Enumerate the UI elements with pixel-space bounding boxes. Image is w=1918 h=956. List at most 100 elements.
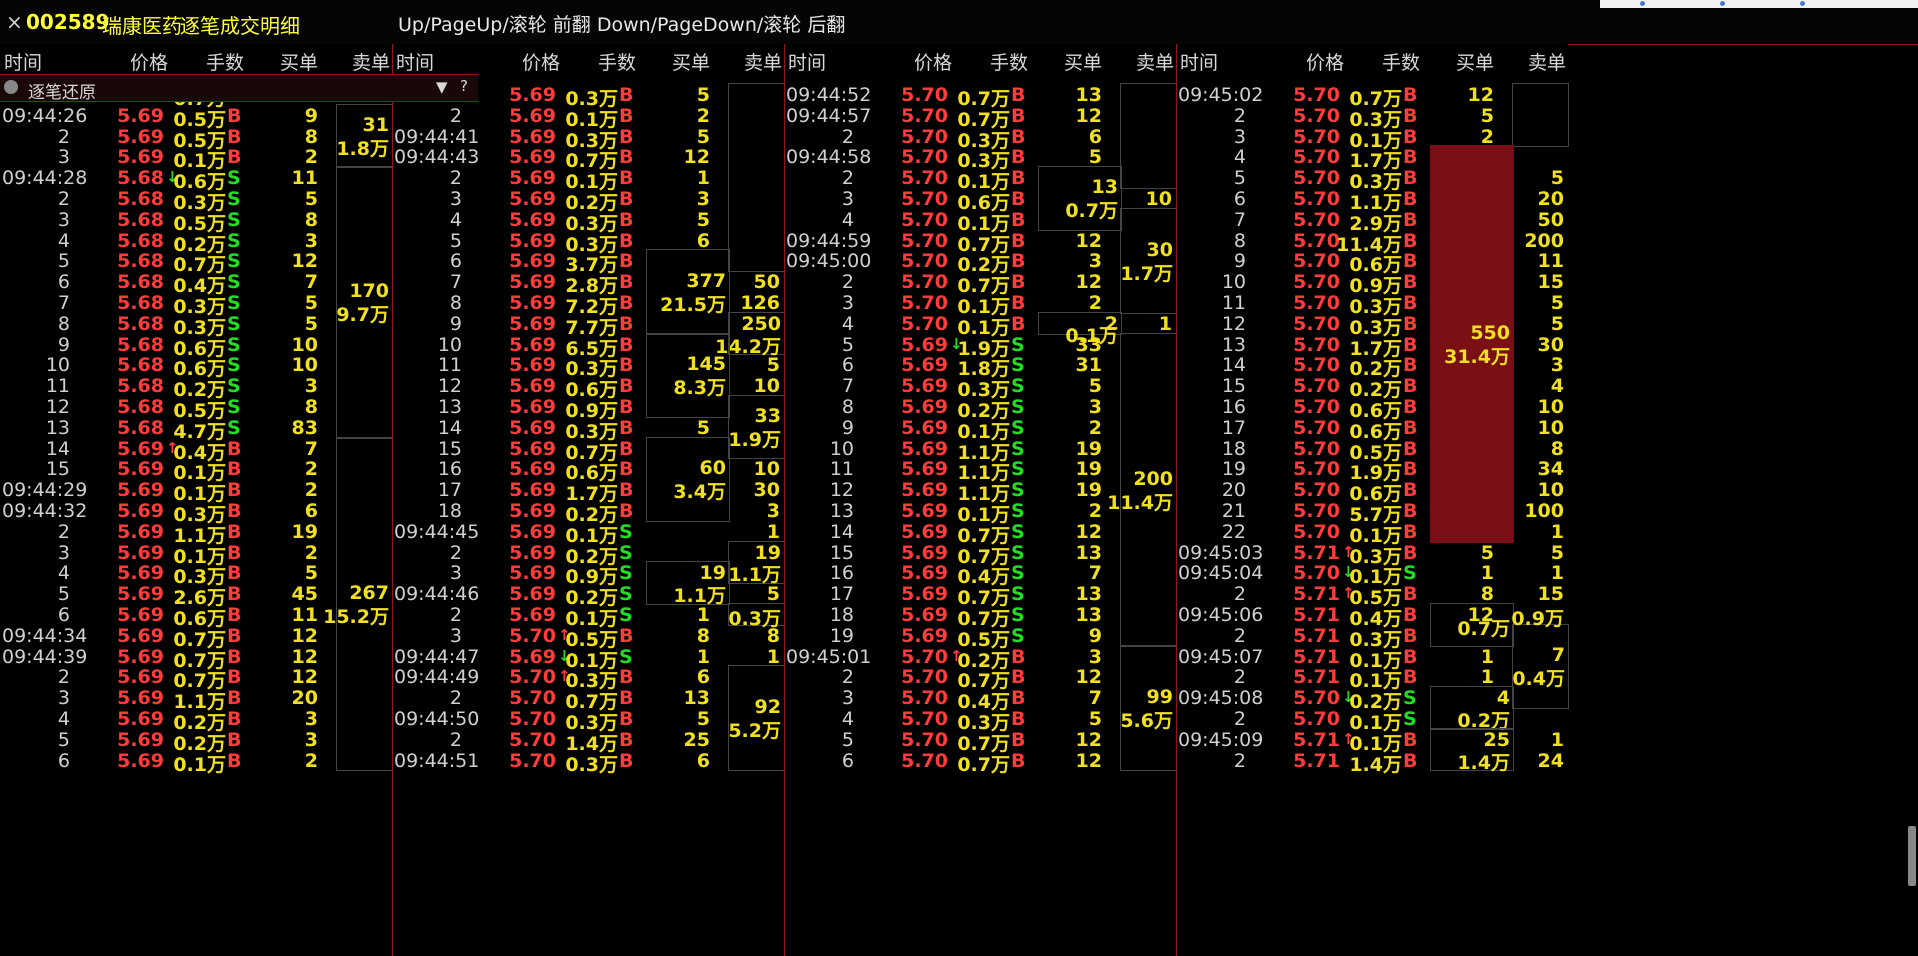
tick-time: 13 — [45, 416, 70, 439]
tick-side: B — [1011, 708, 1026, 730]
header-time[interactable]: 时间 — [1180, 48, 1218, 75]
header-sell[interactable]: 卖单 — [744, 48, 782, 75]
tick-side: B — [1011, 271, 1026, 294]
tick-buy-count: 12 — [1467, 604, 1494, 626]
tick-side: B — [619, 354, 634, 377]
tick-sell-count: 5 — [1550, 167, 1564, 190]
tick-price: 5.70 — [901, 708, 948, 730]
tick-side: S — [1011, 541, 1025, 564]
header-sell[interactable]: 卖单 — [352, 48, 390, 75]
tick-time: 09:45:06 — [1178, 604, 1264, 626]
tick-time: 3 — [57, 541, 70, 564]
tick-side: B — [619, 104, 634, 127]
tick-time: 2 — [57, 125, 70, 148]
tick-price: 5.68 — [117, 333, 164, 356]
tick-time: 09:44:49 — [394, 666, 480, 689]
header-price[interactable]: 价格 — [1306, 48, 1344, 75]
tick-price: 5.68 — [117, 354, 164, 377]
tick-price: 5.70 — [901, 312, 948, 335]
tick-side: B — [619, 624, 634, 647]
tick-price: 5.70 — [1293, 146, 1340, 169]
header-time[interactable]: 时间 — [396, 48, 434, 75]
tick-price: 5.69 — [117, 125, 164, 148]
header-buy[interactable]: 买单 — [1064, 48, 1102, 75]
header-volume[interactable]: 手数 — [598, 48, 636, 75]
tick-buy-count: 8 — [696, 624, 710, 647]
tick-row[interactable]: 2 5.71 1.4万 B 24 — [1176, 749, 1568, 776]
tick-price: 5.70 — [1293, 167, 1340, 190]
tick-side: S — [227, 396, 241, 418]
tick-buy-count: 12 — [1467, 84, 1494, 106]
tick-side: B — [619, 666, 634, 689]
tick-price: 5.69 — [117, 749, 164, 772]
tick-buy-count: 5 — [1088, 708, 1102, 730]
header-buy[interactable]: 买单 — [672, 48, 710, 75]
header-buy[interactable]: 买单 — [280, 48, 318, 75]
header-buy[interactable]: 买单 — [1456, 48, 1494, 75]
tick-row[interactable]: 09:44:51 5.70 0.3万 B 6 — [392, 749, 784, 776]
tick-time: 18 — [1221, 437, 1246, 460]
tick-side: B — [619, 708, 634, 730]
tick-time: 8 — [1233, 229, 1246, 252]
tick-price: 5.68 — [117, 229, 164, 252]
header-price[interactable]: 价格 — [914, 48, 952, 75]
close-icon[interactable]: × — [6, 10, 23, 34]
header-volume[interactable]: 手数 — [1382, 48, 1420, 75]
filter-icon[interactable]: ▼ — [436, 78, 448, 96]
tick-row[interactable]: 6 5.70 0.7万 B 12 — [784, 749, 1176, 776]
tick-price: 5.69 — [509, 479, 556, 502]
tick-price: 5.69 — [509, 500, 556, 522]
tick-row[interactable]: 6 5.69 0.1万 B 2 — [0, 749, 392, 776]
tick-buy-count: 5 — [304, 188, 318, 210]
tick-side: B — [619, 292, 634, 314]
tick-price: 5.69 — [117, 562, 164, 585]
tick-time: 09:45:00 — [786, 250, 872, 273]
tick-price: 5.71 — [1293, 604, 1340, 626]
tick-time: 6 — [1233, 188, 1246, 210]
help-icon[interactable]: ? — [460, 77, 468, 95]
restore-bar[interactable]: 逐笔还原 ▼? — [0, 74, 478, 103]
tick-time: 15 — [829, 541, 854, 564]
tick-time: 5 — [841, 728, 854, 751]
header-price[interactable]: 价格 — [130, 48, 168, 75]
tick-side: S — [1403, 687, 1417, 710]
tick-side: B — [1403, 416, 1418, 439]
tick-sell-count: 10 — [1537, 416, 1564, 439]
tick-side: B — [1403, 479, 1418, 502]
header-volume[interactable]: 手数 — [206, 48, 244, 75]
tick-buy-count: 13 — [1075, 604, 1102, 626]
header-time[interactable]: 时间 — [4, 48, 42, 75]
tick-side: B — [227, 583, 242, 606]
tick-side: B — [1403, 583, 1418, 606]
tick-time: 10 — [45, 354, 70, 377]
tick-price: 5.69 — [901, 541, 948, 564]
header-sell[interactable]: 卖单 — [1528, 48, 1566, 75]
tick-side: B — [227, 500, 242, 522]
header-price[interactable]: 价格 — [522, 48, 560, 75]
tick-side: B — [1403, 271, 1418, 294]
header-time[interactable]: 时间 — [788, 48, 826, 75]
tick-price: 5.70 — [1293, 437, 1340, 460]
header-sell[interactable]: 卖单 — [1136, 48, 1174, 75]
tick-price: 5.69 — [117, 146, 164, 169]
tick-side: S — [227, 250, 241, 273]
tick-price: 5.69 — [509, 167, 556, 190]
tick-time: 13 — [437, 396, 462, 418]
tick-side: B — [227, 458, 242, 481]
tick-side: S — [1011, 500, 1025, 522]
tick-time: 09:44:43 — [394, 146, 480, 169]
tick-time: 7 — [841, 375, 854, 398]
collapse-icon[interactable] — [4, 80, 18, 94]
tick-time: 3 — [57, 146, 70, 169]
tick-sell-count: 8 — [766, 624, 780, 647]
tick-side: B — [1403, 250, 1418, 273]
scrollbar[interactable] — [1908, 826, 1916, 886]
tick-side: B — [619, 687, 634, 710]
tick-side: B — [1403, 396, 1418, 418]
header-volume[interactable]: 手数 — [990, 48, 1028, 75]
tick-price: 5.69 — [509, 84, 556, 106]
tick-sell-count: 30 — [753, 479, 780, 502]
tick-price: 5.70 — [1293, 125, 1340, 148]
tick-price: 5.69 — [117, 666, 164, 689]
tick-time: 17 — [437, 479, 462, 502]
